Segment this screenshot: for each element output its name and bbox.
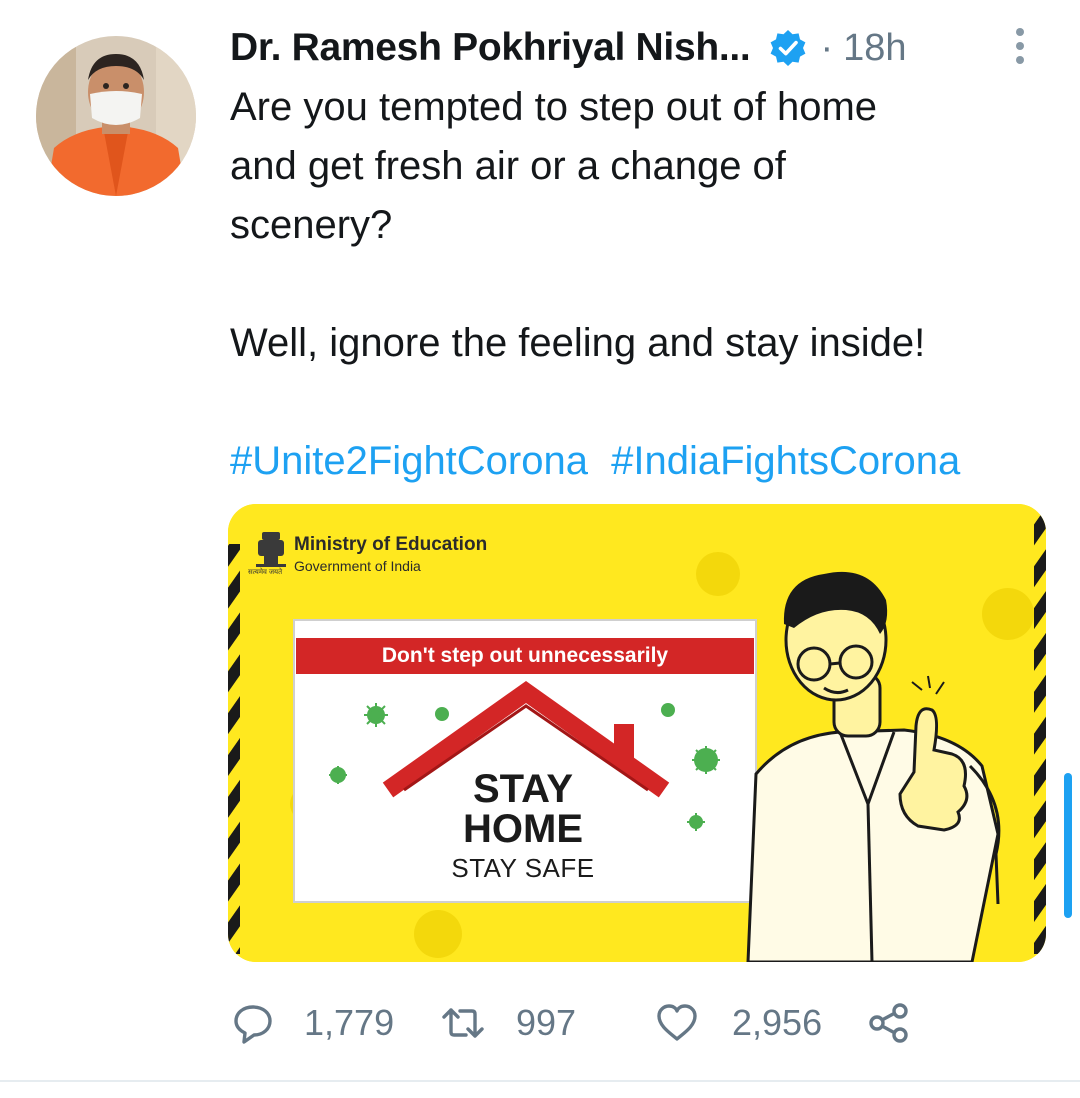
retweet-icon	[442, 1002, 484, 1044]
tweet-text-line: and get fresh air or a change of	[230, 144, 786, 188]
stay-home-text: STAY HOME	[438, 769, 608, 849]
separator-dot: ·	[820, 26, 834, 69]
avatar[interactable]	[36, 36, 196, 196]
tweet[interactable]: Dr. Ramesh Pokhriyal Nish... · 18h Are y…	[0, 0, 1080, 1098]
like-button[interactable]: 2,956	[656, 998, 822, 1048]
hashtag-link[interactable]: #Unite2FightCorona	[230, 439, 588, 483]
avatar-image	[36, 36, 196, 196]
retweet-count: 997	[516, 1002, 577, 1043]
tweet-header: Dr. Ramesh Pokhriyal Nish... · 18h	[230, 22, 907, 74]
government-label: Government of India	[294, 558, 421, 574]
scrollbar-thumb[interactable]	[1064, 773, 1072, 918]
ministry-label: Ministry of Education	[294, 534, 488, 555]
hashtags: #Unite2FightCorona #IndiaFightsCorona	[230, 432, 1050, 491]
tweet-actions: 1,779 997 2,956	[232, 998, 932, 1048]
timestamp[interactable]: 18h	[843, 27, 906, 70]
share-button[interactable]	[868, 998, 910, 1048]
author-name[interactable]: Dr. Ramesh Pokhriyal Nish...	[230, 26, 751, 70]
emblem-caption: सत्यमेव जयते	[248, 569, 283, 576]
heart-icon	[656, 1002, 698, 1044]
share-icon	[868, 1002, 910, 1044]
tweet-text-line: Are you tempted to step out of home	[230, 85, 878, 129]
reply-button[interactable]: 1,779	[232, 998, 394, 1048]
hashtag-link[interactable]: #IndiaFightsCorona	[611, 439, 960, 483]
like-count: 2,956	[732, 1002, 823, 1043]
reply-count: 1,779	[304, 1002, 395, 1043]
banner-text: Don't step out unnecessarily	[381, 644, 669, 667]
tweet-text: Are you tempted to step out of home and …	[230, 78, 1050, 491]
retweet-button[interactable]: 997	[442, 998, 576, 1048]
tweet-text-line: Well, ignore the feeling and stay inside…	[230, 321, 926, 365]
stay-text: STAY	[472, 767, 574, 811]
reply-icon	[232, 1002, 274, 1044]
tweet-divider	[0, 1080, 1080, 1082]
more-vertical-icon[interactable]	[1010, 26, 1030, 66]
stay-safe-text: STAY SAFE	[451, 853, 595, 883]
tweet-media-image[interactable]: सत्यमेव जयते Ministry of Education Gover…	[228, 504, 1046, 962]
tweet-text-line: scenery?	[230, 203, 393, 247]
verified-badge-icon	[768, 28, 808, 68]
home-text: HOME	[463, 807, 583, 851]
